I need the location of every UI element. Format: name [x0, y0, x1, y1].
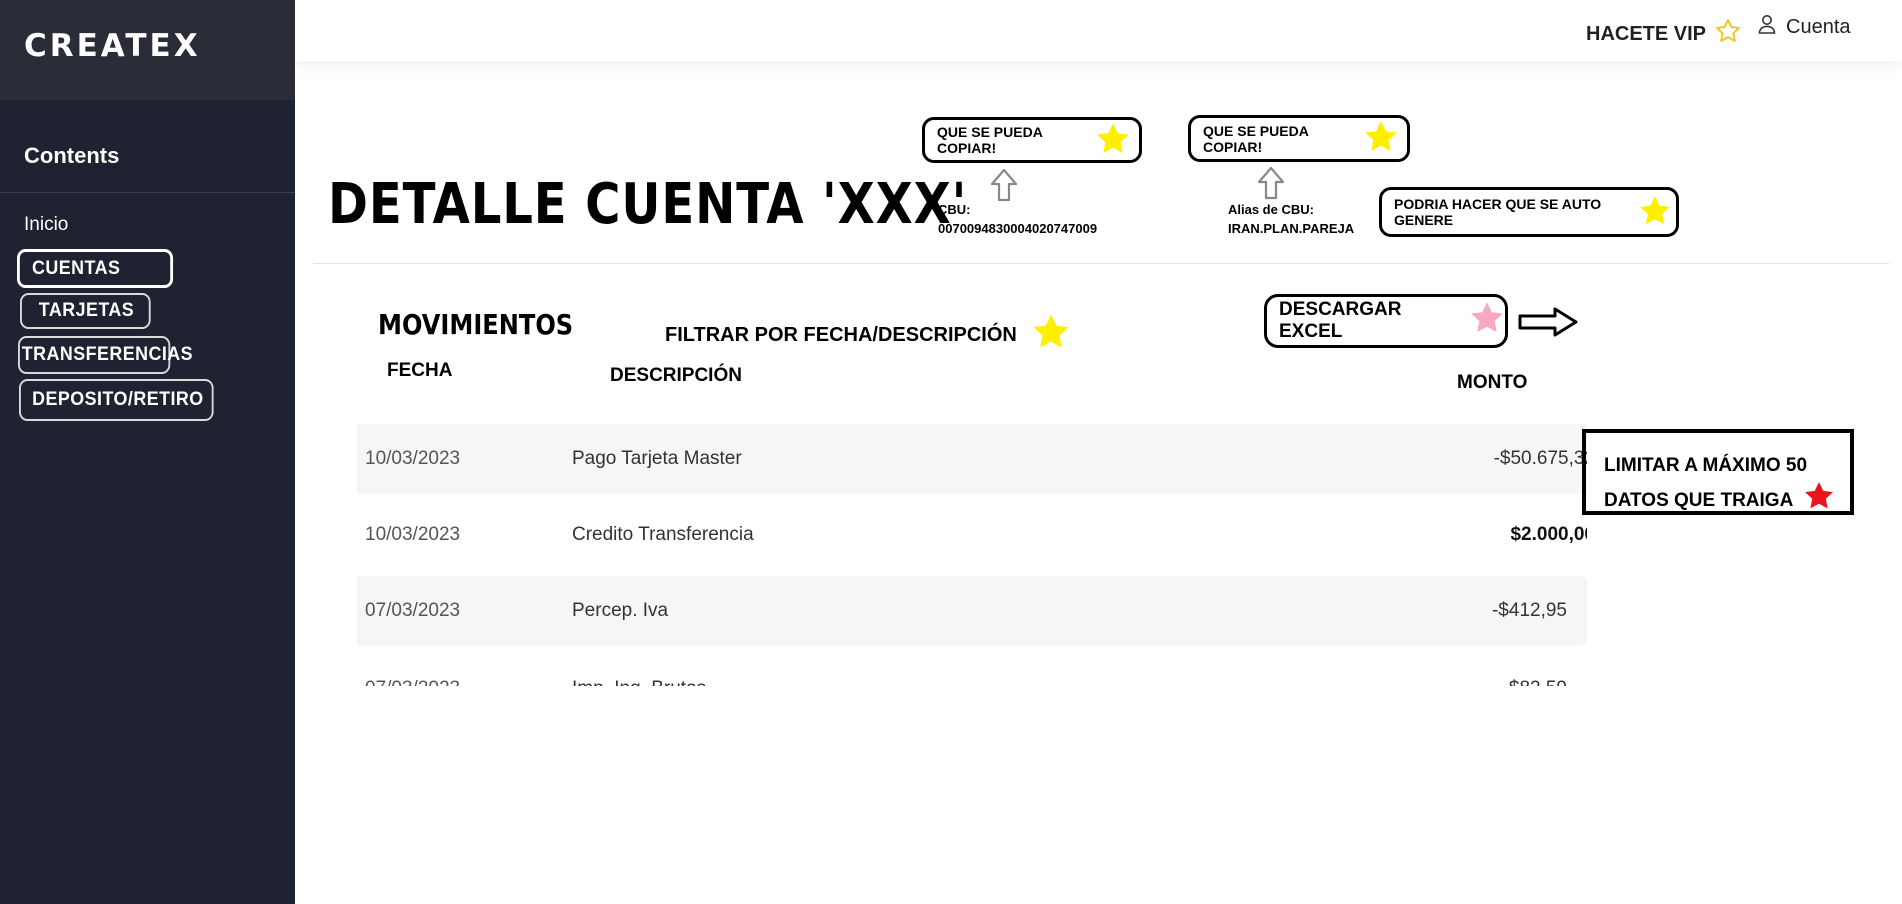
row-description: Credito Transferencia — [572, 524, 754, 545]
table-row[interactable]: 07/03/2023 Imp. Ing. Brutos -$82,59 — [357, 654, 1587, 686]
column-header-amount[interactable]: MONTO — [1457, 372, 1527, 394]
row-date: 10/03/2023 — [365, 524, 461, 545]
alias-label: Alias de CBU: — [1228, 202, 1314, 217]
movements-table: 10/03/2023 Pago Tarjeta Master -$50.675,… — [357, 424, 1587, 686]
cbu-label: CBU: — [938, 202, 971, 217]
table-row[interactable]: 07/03/2023 Percep. Iva -$412,95 — [357, 576, 1587, 646]
cbu-block: CBU: 0070094830004020747009 — [938, 200, 1097, 238]
table-row[interactable]: 10/03/2023 Pago Tarjeta Master -$50.675,… — [357, 424, 1587, 494]
account-menu[interactable]: Cuenta — [1758, 14, 1851, 40]
row-amount: -$412,95 — [1491, 600, 1567, 621]
star-outline-icon — [1714, 17, 1742, 51]
alias-value[interactable]: IRAN.PLAN.PAREJA — [1228, 219, 1354, 238]
sidebar-divider — [0, 192, 295, 193]
filter-note: FILTRAR POR FECHA/DESCRIPCIÓN — [665, 312, 1071, 358]
row-description: Percep. Iva — [572, 600, 669, 621]
vip-link[interactable]: HACETE VIP — [1586, 17, 1742, 51]
row-amount: -$50.675,32 — [1493, 448, 1587, 469]
sidebar-item-cuentas[interactable]: CUENTAS — [17, 249, 174, 288]
star-icon — [1469, 300, 1505, 342]
star-icon — [1095, 121, 1131, 160]
brand-header: CREATEX — [0, 0, 295, 100]
account-label: Cuenta — [1786, 15, 1851, 38]
sidebar-item-tarjetas[interactable]: TARJETAS — [20, 293, 151, 329]
sidebar: CREATEX Contents Inicio CUENTAS TARJETAS… — [0, 0, 295, 904]
star-icon — [1031, 312, 1071, 358]
star-icon — [1803, 480, 1835, 521]
sidebar-item-inicio[interactable]: Inicio — [24, 214, 68, 236]
row-description: Pago Tarjeta Master — [572, 448, 742, 469]
arrow-up-icon — [1257, 166, 1285, 204]
column-header-date[interactable]: FECHA — [387, 360, 452, 382]
sidebar-item-transferencias[interactable]: TRANSFERENCIAS — [18, 336, 193, 374]
brand-logo[interactable]: CREATEX — [24, 28, 201, 64]
table-row[interactable]: 10/03/2023 Credito Transferencia $2.000,… — [357, 500, 1587, 570]
sidebar-section-title: Contents — [24, 143, 120, 168]
row-date: 10/03/2023 — [365, 448, 461, 469]
copy-note-cbu: QUE SE PUEDA COPIAR! — [922, 117, 1142, 163]
row-date: 07/03/2023 — [365, 600, 461, 621]
auto-generate-note: PODRIA HACER QUE SE AUTO GENERE — [1379, 187, 1679, 237]
column-header-description[interactable]: DESCRIPCIÓN — [610, 365, 742, 387]
limit-note: LIMITAR A MÁXIMO 50 DATOS QUE TRAIGA — [1582, 429, 1854, 515]
row-date: 07/03/2023 — [365, 678, 460, 686]
user-icon — [1758, 14, 1776, 40]
star-icon — [1638, 194, 1672, 231]
sidebar-item-deposito-retiro[interactable]: DEPOSITO/RETIRO — [19, 379, 214, 421]
header-divider — [313, 263, 1889, 264]
movements-title: MOVIMIENTOS — [378, 308, 574, 341]
copy-note-alias: QUE SE PUEDA COPIAR! — [1188, 115, 1410, 162]
alias-block: Alias de CBU: IRAN.PLAN.PAREJA — [1228, 200, 1354, 238]
row-description: Imp. Ing. Brutos — [572, 678, 706, 686]
row-amount: $2.000,00 — [1510, 524, 1587, 545]
arrow-right-icon — [1517, 306, 1579, 342]
vip-label: HACETE VIP — [1586, 22, 1707, 45]
page-title: DETALLE CUENTA 'XXX' — [328, 172, 968, 237]
star-icon — [1363, 119, 1399, 158]
download-excel-button[interactable]: DESCARGAR EXCEL — [1264, 294, 1508, 348]
row-amount: -$82,59 — [1503, 678, 1567, 686]
cbu-value[interactable]: 0070094830004020747009 — [938, 219, 1097, 238]
